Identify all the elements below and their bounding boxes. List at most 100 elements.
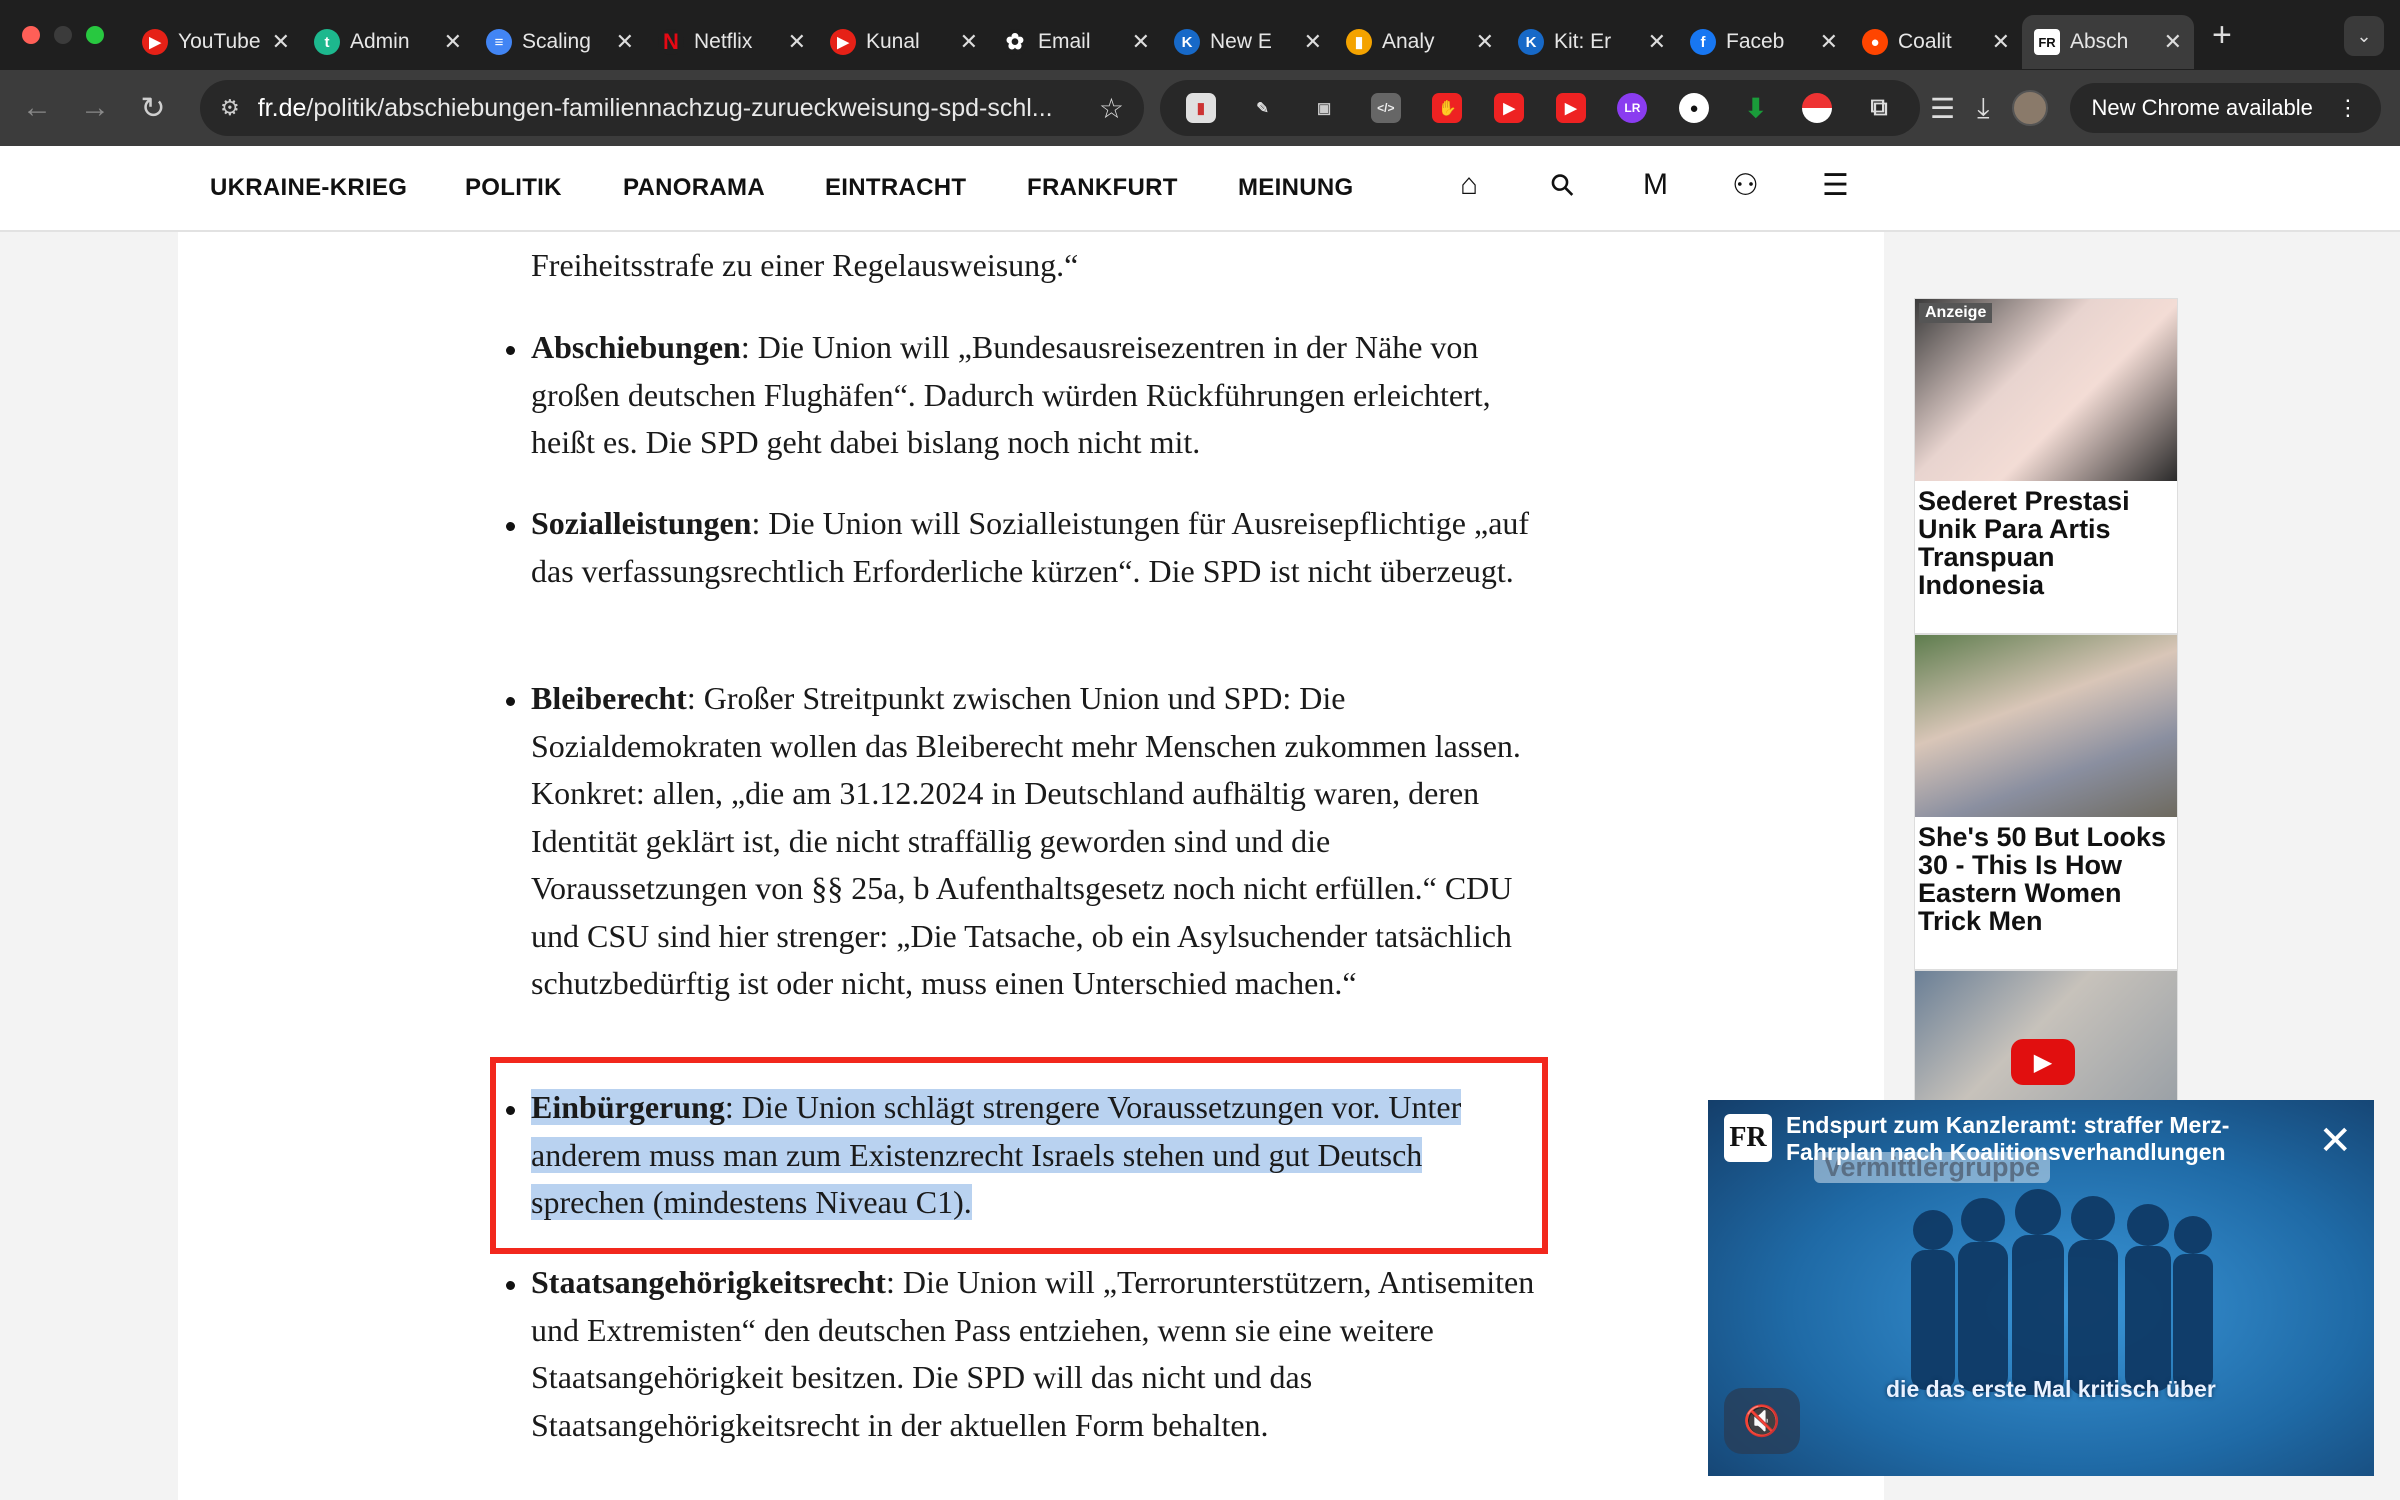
extension-pin-icon[interactable]: ▶ [1555,93,1586,123]
reload-button[interactable]: ↻ [124,91,182,126]
browser-tab-title: Email [1038,30,1091,53]
address-bar[interactable]: ⚙ fr.de/politik/abschiebungen-familienna… [200,80,1144,136]
muted-speaker-icon[interactable]: 🔇 [1724,1388,1800,1454]
new-tab-button[interactable]: + [2212,16,2232,55]
nav-link-politik[interactable]: POLITIK [465,174,562,202]
nav-link-eintracht[interactable]: EINTRACHT [825,174,966,202]
hamburger-menu-icon[interactable]: ☰ [1822,168,1849,203]
close-tab-icon[interactable]: ✕ [444,29,462,55]
ad-image[interactable]: Anzeige [1915,299,2177,481]
browser-tab[interactable]: ● Coalit ✕ [1850,15,2022,69]
ad-title[interactable]: Sederet Prestasi Unik Para Artis Transpu… [1915,481,2177,633]
youtube-icon: ▶ [142,29,168,55]
bullet-dot [506,346,515,355]
extension-code-icon[interactable]: </> [1370,93,1401,123]
video-title[interactable]: Endspurt zum Kanzleramt: straffer Merz-F… [1786,1112,2266,1166]
ad-card[interactable]: She's 50 But Looks 30 - This Is How East… [1914,634,2178,970]
downloads-icon[interactable]: ⤓ [1977,92,1989,125]
browser-tab[interactable]: ▶ Kunal ✕ [818,15,990,69]
bullet-dot [506,1281,515,1290]
browser-tab-title: Faceb [1726,30,1785,53]
browser-tab-bar: ▶ YouTube ✕ t Admin ✕ ≡ Scaling ✕ N Netflix ✕ ▶ Kunal… [0,0,2400,70]
nav-link-frankfurt[interactable]: FRANKFURT [1027,174,1178,202]
close-tab-icon[interactable]: ✕ [960,29,978,55]
browser-tab-title: Kunal [866,30,920,53]
close-tab-icon[interactable]: ✕ [2164,29,2182,55]
browser-tab[interactable]: ▮ Analy ✕ [1334,15,1506,69]
browser-tab[interactable]: f Faceb ✕ [1678,15,1850,69]
extensions-puzzle-icon[interactable]: ⧉ [1864,93,1894,123]
browser-tab[interactable]: ▶ YouTube ✕ [130,15,302,69]
browser-tab[interactable]: ✿ Email ✕ [990,15,1162,69]
minimize-window-button[interactable] [54,26,72,44]
home-icon[interactable]: ⌂ [1460,168,1478,202]
close-tab-icon[interactable]: ✕ [1132,29,1150,55]
new-chrome-available-button[interactable]: New Chrome available ⋮ [2069,83,2381,133]
nav-link-meinung[interactable]: MEINUNG [1238,174,1353,202]
close-tab-icon[interactable]: ✕ [1304,29,1322,55]
list-item-staatsangehoerigkeitsrecht: Staatsangehörigkeitsrecht: Die Union wil… [494,1259,1754,1449]
merkliste-m-icon[interactable]: M [1643,168,1668,202]
close-tab-icon[interactable]: ✕ [616,29,634,55]
browser-tab[interactable]: K New E ✕ [1162,15,1334,69]
browser-tab-title: YouTube [178,30,261,53]
kebab-menu-icon[interactable]: ⋮ [2337,95,2359,121]
list-item-term: Staatsangehörigkeitsrecht [531,1264,886,1300]
toolbar-right: ☰ ⤓ New Chrome available ⋮ [1930,80,2381,136]
close-tab-icon[interactable]: ✕ [1992,29,2010,55]
search-icon[interactable]: ⚲ [1543,165,1583,205]
site-settings-icon[interactable]: ⚙ [220,95,240,121]
browser-tab-title: New E [1210,30,1272,53]
close-tab-icon[interactable]: ✕ [1648,29,1666,55]
list-item-abschiebungen: Abschiebungen: Die Union will „Bundesaus… [494,324,1754,467]
close-tab-icon[interactable]: ✕ [1820,29,1838,55]
close-window-button[interactable] [22,26,40,44]
back-button[interactable]: ← [8,91,66,125]
browser-tab[interactable]: FR Absch ✕ [2022,15,2194,69]
reading-list-icon[interactable]: ☰ [1930,92,1955,125]
list-item-term: Abschiebungen [531,329,741,365]
extension-pokeball-icon[interactable] [1802,93,1833,123]
tab-strip: ▶ YouTube ✕ t Admin ✕ ≡ Scaling ✕ N Netflix ✕ ▶ Kunal… [130,1,2194,69]
account-icon[interactable]: ⚇ [1732,168,1759,203]
extension-eyedropper-icon[interactable]: ✎ [1247,93,1277,123]
browser-tab[interactable]: N Netflix ✕ [646,15,818,69]
extension-camera-icon[interactable]: ▣ [1309,93,1339,123]
browser-tab[interactable]: ≡ Scaling ✕ [474,15,646,69]
tab-search-chevron-icon[interactable]: ⌄ [2344,16,2384,56]
close-tab-icon[interactable]: ✕ [788,29,806,55]
nav-link-ukraine-krieg[interactable]: UKRAINE-KRIEG [210,174,407,202]
ad-image[interactable] [1915,635,2177,817]
browser-tab-title: Analy [1382,30,1435,53]
close-icon[interactable]: ✕ [2318,1118,2352,1164]
extension-download-arrow-icon[interactable]: ⬇ [1741,93,1771,123]
floating-video-player[interactable]: FR Vermittlergruppe Endspurt zum Kanzler… [1708,1100,2374,1476]
browser-tab-title: Netflix [694,30,753,53]
browser-tab-title: Absch [2070,30,2129,53]
browser-tab-title: Scaling [522,30,591,53]
extension-youtube-icon[interactable]: ▶ [1494,93,1525,123]
paragraph-tail: Freiheitsstrafe zu einer Regelausweisung… [531,247,1079,283]
url-text[interactable]: fr.de/politik/abschiebungen-familiennach… [258,94,1099,123]
browser-tab[interactable]: K Kit: Er ✕ [1506,15,1678,69]
ad-video-card[interactable]: ▶ [1914,970,2178,1105]
forward-button[interactable]: → [66,91,124,125]
youtube-play-icon[interactable]: ▶ [2011,1039,2075,1085]
extension-shield-icon[interactable]: ✋ [1432,93,1463,123]
extension-ghost-icon[interactable]: ● [1679,93,1710,123]
ad-video-thumbnail[interactable]: ▶ [1915,971,2177,1105]
browser-tab[interactable]: t Admin ✕ [302,15,474,69]
close-tab-icon[interactable]: ✕ [272,29,290,55]
k-icon: K [1518,29,1544,55]
bookmark-star-icon[interactable]: ☆ [1099,92,1124,125]
ad-title[interactable]: She's 50 But Looks 30 - This Is How East… [1915,817,2177,969]
profile-avatar[interactable] [2011,90,2048,126]
zoom-window-button[interactable] [86,26,104,44]
docs-icon: ≡ [486,29,512,55]
analytics-icon: ▮ [1346,29,1372,55]
nav-link-panorama[interactable]: PANORAMA [623,174,765,202]
extension-bottle-icon[interactable]: ▮ [1185,93,1216,123]
extension-lr-icon[interactable]: LR [1617,93,1648,123]
close-tab-icon[interactable]: ✕ [1476,29,1494,55]
ad-card[interactable]: Anzeige Sederet Prestasi Unik Para Artis… [1914,298,2178,634]
